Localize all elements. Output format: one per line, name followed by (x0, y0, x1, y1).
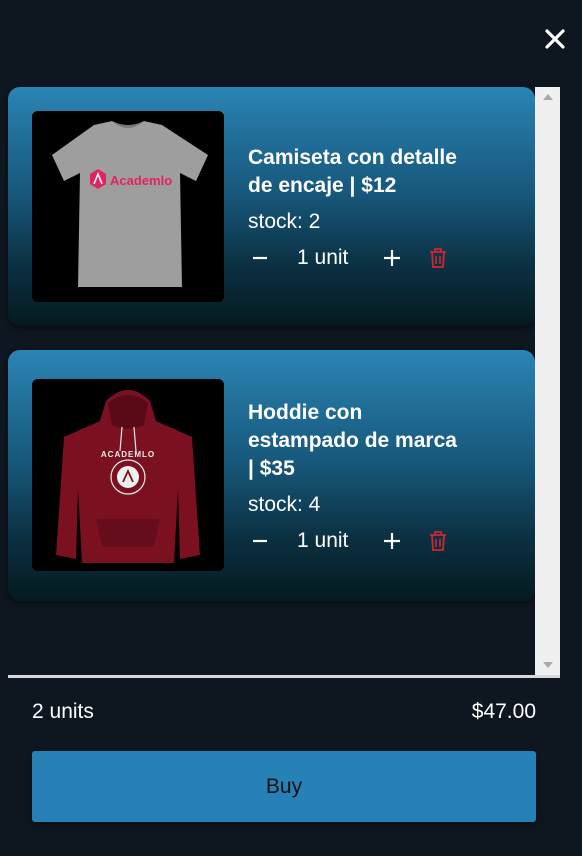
minus-icon (253, 256, 267, 260)
item-title-line: Camiseta con detalle (248, 146, 457, 169)
hoodie-image: ACADEMLO (32, 379, 224, 571)
tshirt-logo-text: Academlo (110, 173, 172, 188)
scroll-up-arrow-icon[interactable] (535, 87, 560, 107)
cart-item-card: ACADEMLO Hoddie con estampado de marca |… (8, 350, 535, 601)
plus-icon (384, 533, 400, 549)
tshirt-image: Academlo (32, 111, 224, 302)
item-info: Hoddie con estampado de marca | $35 stoc… (248, 399, 508, 556)
item-title-line: | $35 (248, 457, 295, 480)
cart-item-card: Academlo Camiseta con detalle de encaje … (8, 87, 535, 326)
cart-items-scroll[interactable]: Academlo Camiseta con detalle de encaje … (8, 87, 535, 675)
product-image-tshirt: Academlo (32, 111, 224, 302)
item-info: Camiseta con detalle de encaje | $12 sto… (248, 144, 508, 273)
increase-quantity-button[interactable] (381, 530, 403, 552)
vertical-scrollbar[interactable] (535, 87, 560, 675)
item-title-line: de encaje | $12 (248, 174, 397, 197)
trash-icon (430, 248, 446, 268)
close-icon (545, 29, 565, 49)
quantity-value: 1 unit (297, 246, 349, 269)
minus-icon (253, 539, 267, 543)
buy-button[interactable]: Buy (32, 751, 536, 822)
quantity-value: 1 unit (297, 529, 349, 552)
cart-items-list: Academlo Camiseta con detalle de encaje … (8, 87, 560, 675)
cart-panel: Academlo Camiseta con detalle de encaje … (0, 0, 582, 856)
quantity-control: 1 unit (248, 526, 508, 556)
decrease-quantity-button[interactable] (249, 530, 271, 552)
item-stock: stock: 4 (248, 493, 321, 516)
item-stock: stock: 2 (248, 210, 321, 233)
total-price: $47.00 (471, 700, 536, 723)
product-image-hoodie: ACADEMLO (32, 379, 224, 571)
plus-icon (384, 250, 400, 266)
hoodie-logo-text: ACADEMLO (101, 450, 155, 459)
item-title-line: Hoddie con (248, 401, 363, 424)
item-title: Camiseta con detalle de encaje | $12 (248, 144, 508, 200)
remove-item-button[interactable] (427, 529, 449, 553)
total-units: 2 units (32, 700, 94, 723)
item-title: Hoddie con estampado de marca | $35 (248, 399, 508, 483)
trash-icon (430, 531, 446, 551)
remove-item-button[interactable] (427, 246, 449, 270)
close-button[interactable] (540, 24, 570, 54)
divider (8, 675, 560, 678)
increase-quantity-button[interactable] (381, 247, 403, 269)
decrease-quantity-button[interactable] (249, 247, 271, 269)
item-title-line: estampado de marca (248, 429, 457, 452)
scroll-down-arrow-icon[interactable] (535, 655, 560, 675)
quantity-control: 1 unit (248, 243, 508, 273)
